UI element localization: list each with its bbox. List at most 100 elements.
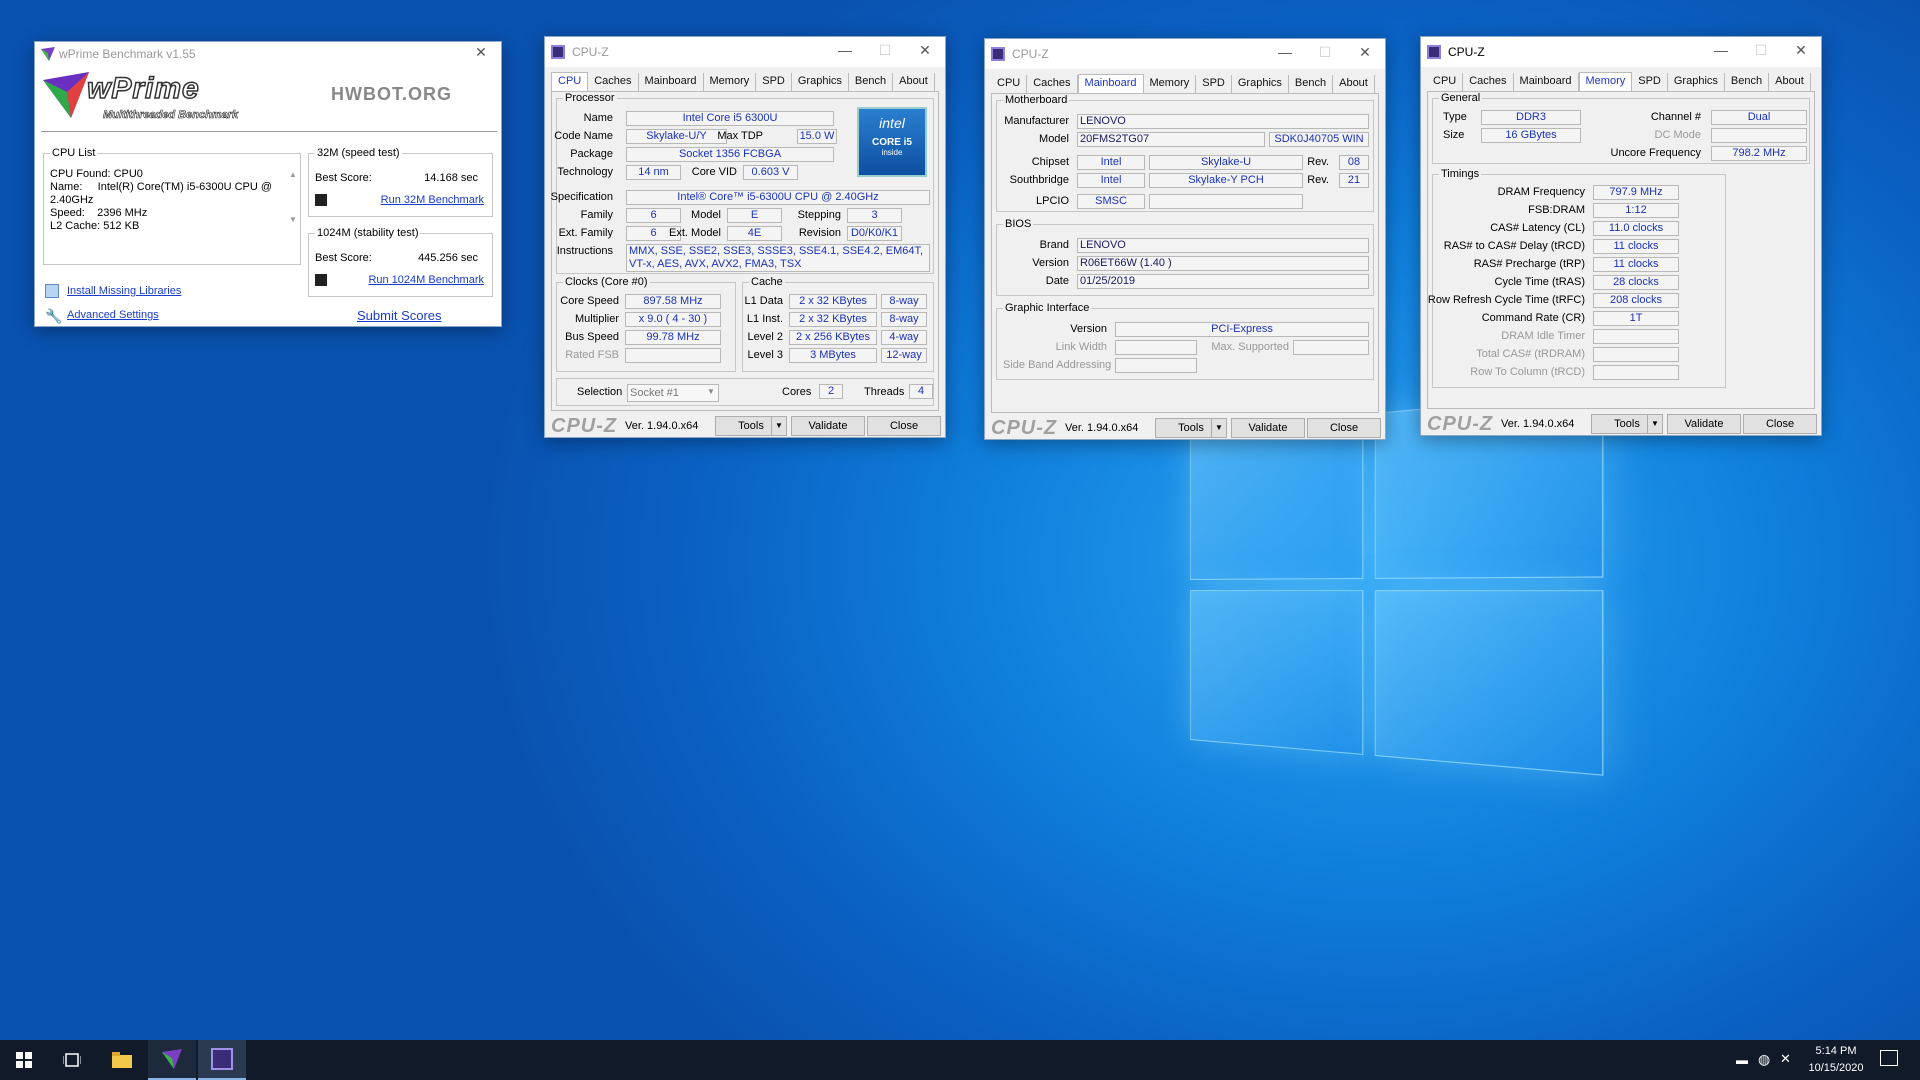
action-center-icon[interactable] — [1880, 1050, 1898, 1066]
close-icon[interactable]: ✕ — [461, 44, 501, 61]
start-button[interactable] — [0, 1040, 48, 1080]
validate-button[interactable]: Validate — [1667, 414, 1741, 434]
scrollbar[interactable]: ▲ ▼ — [288, 170, 298, 260]
lpcio-vendor: SMSC — [1077, 194, 1145, 209]
close-button[interactable]: Close — [867, 416, 941, 436]
tab-cpu[interactable]: CPU — [991, 75, 1028, 94]
tab-bench[interactable]: Bench — [849, 73, 894, 92]
chipset-rev: 08 — [1339, 155, 1369, 170]
minimize-icon[interactable]: — — [1265, 44, 1305, 60]
tab-mainboard[interactable]: Mainboard — [639, 73, 704, 92]
name-value: Intel Core i5 6300U — [626, 111, 834, 126]
close-icon[interactable]: ✕ — [1781, 42, 1821, 59]
tab-bench[interactable]: Bench — [1289, 75, 1334, 94]
install-libraries-link[interactable]: Install Missing Libraries — [67, 285, 181, 297]
tab-bench[interactable]: Bench — [1725, 73, 1770, 92]
cpuz-taskbar-button[interactable] — [198, 1040, 246, 1080]
wprime-window[interactable]: wPrime Benchmark v1.55 ✕ wPrime Multithr… — [34, 41, 502, 327]
timing-value: 208 clocks — [1593, 293, 1679, 308]
chipset-vendor: Intel — [1077, 155, 1145, 170]
submit-scores-link[interactable]: Submit Scores — [357, 308, 442, 323]
validate-button[interactable]: Validate — [1231, 418, 1305, 438]
version-label: Ver. 1.94.0.x64 — [1501, 418, 1575, 430]
clock-date[interactable]: 10/15/2020 — [1800, 1062, 1872, 1074]
tab-memory[interactable]: Memory — [1578, 72, 1633, 91]
chipset-label: Chipset — [1031, 156, 1069, 168]
tab-spd[interactable]: SPD — [1196, 75, 1232, 94]
battery-icon[interactable]: ▬ — [1736, 1053, 1748, 1067]
network-icon[interactable]: ◍ — [1758, 1051, 1770, 1068]
ext-model-value: 4E — [727, 226, 782, 241]
close-button[interactable]: Close — [1743, 414, 1817, 434]
run-32m-link[interactable]: Run 32M Benchmark — [381, 194, 484, 206]
tab-about[interactable]: About — [1769, 73, 1811, 92]
tab-about[interactable]: About — [1333, 75, 1375, 94]
tab-panel: Motherboard Manufacturer LENOVO Model 20… — [991, 93, 1379, 413]
tab-memory[interactable]: Memory — [704, 73, 757, 92]
stepping-label: Stepping — [797, 209, 841, 221]
tab-spd[interactable]: SPD — [756, 73, 792, 92]
socket-select[interactable]: Socket #1 — [627, 384, 719, 402]
chevron-down-icon[interactable]: ▼ — [707, 387, 715, 396]
wprime-icon — [162, 1049, 182, 1069]
tab-cpu[interactable]: CPU — [1427, 73, 1464, 92]
chevron-down-icon[interactable]: ▼ — [1647, 414, 1663, 434]
maximize-icon[interactable]: ☐ — [1741, 42, 1781, 59]
clock-time[interactable]: 5:14 PM — [1806, 1045, 1866, 1057]
close-button[interactable]: Close — [1307, 418, 1381, 438]
cores-value: 2 — [819, 384, 843, 399]
specification-value: Intel® Core™ i5-6300U CPU @ 2.40GHz — [626, 190, 930, 205]
l1i-label: L1 Inst. — [746, 313, 783, 325]
instructions-label: Instructions — [556, 245, 613, 257]
cpuz-memory-window[interactable]: CPU-Z — ☐ ✕ CPU Caches Mainboard Memory SPD G… — [1420, 36, 1822, 436]
tab-graphics[interactable]: Graphics — [792, 73, 849, 92]
maximize-icon[interactable]: ☐ — [865, 42, 905, 59]
floppy-icon — [315, 274, 327, 286]
timing-label: Total CAS# (tRDRAM) — [1476, 348, 1585, 360]
l1d-way: 8-way — [881, 294, 927, 309]
tab-mainboard[interactable]: Mainboard — [1077, 74, 1144, 93]
timing-value — [1593, 329, 1679, 344]
close-icon[interactable]: ✕ — [1345, 44, 1385, 61]
minimize-icon[interactable]: — — [1701, 42, 1741, 58]
tab-caches[interactable]: Caches — [1027, 75, 1078, 94]
close-icon[interactable]: ✕ — [905, 42, 945, 59]
chevron-down-icon[interactable]: ▼ — [1211, 418, 1227, 438]
window-title: CPU-Z — [572, 45, 609, 59]
timing-value: 11 clocks — [1593, 257, 1679, 272]
wprime-taskbar-button[interactable] — [148, 1040, 196, 1080]
tab-graphics[interactable]: Graphics — [1232, 75, 1289, 94]
clocks-group: Clocks (Core #0) Core Speed 897.58 MHz M… — [556, 276, 736, 372]
version-label: Version — [1032, 257, 1069, 269]
maximize-icon[interactable]: ☐ — [1305, 44, 1345, 61]
tab-graphics[interactable]: Graphics — [1668, 73, 1725, 92]
cpuz-mainboard-window[interactable]: CPU-Z — ☐ ✕ CPU Caches Mainboard Memory SPD G… — [984, 38, 1386, 440]
vid-value: 0.603 V — [743, 165, 798, 180]
max-supported-value — [1293, 340, 1369, 355]
validate-button[interactable]: Validate — [791, 416, 865, 436]
stability-test-group: 1024M (stability test) Best Score: 445.2… — [308, 227, 493, 297]
cpuz-cpu-window[interactable]: CPU-Z — ☐ ✕ CPU Caches Mainboard Memory SPD G… — [544, 36, 946, 438]
volume-muted-icon[interactable]: ✕ — [1780, 1051, 1791, 1067]
uncore-value: 798.2 MHz — [1711, 146, 1807, 161]
task-view-button[interactable] — [48, 1040, 96, 1080]
tab-caches[interactable]: Caches — [1463, 73, 1514, 92]
threads-value: 4 — [909, 384, 933, 399]
file-explorer-button[interactable] — [98, 1040, 146, 1080]
timing-label: FSB:DRAM — [1528, 204, 1585, 216]
timing-label: Command Rate (CR) — [1481, 312, 1585, 324]
group-label: 1024M (stability test) — [315, 227, 421, 239]
cpu-list-text: CPU Found: CPU0 Name: Intel(R) Core(TM) i… — [50, 168, 272, 233]
tab-caches[interactable]: Caches — [588, 73, 639, 92]
minimize-icon[interactable]: — — [825, 42, 865, 58]
tab-spd[interactable]: SPD — [1632, 73, 1668, 92]
package-value: Socket 1356 FCBGA — [626, 147, 834, 162]
run-1024m-link[interactable]: Run 1024M Benchmark — [368, 274, 484, 286]
chevron-down-icon[interactable]: ▼ — [771, 416, 787, 436]
advanced-settings-link[interactable]: Advanced Settings — [67, 309, 159, 321]
tab-cpu[interactable]: CPU — [551, 72, 589, 91]
cpu-list-line: L2 Cache: 512 KB — [50, 220, 140, 232]
tab-mainboard[interactable]: Mainboard — [1514, 73, 1579, 92]
tab-about[interactable]: About — [893, 73, 935, 92]
tab-memory[interactable]: Memory — [1144, 75, 1197, 94]
